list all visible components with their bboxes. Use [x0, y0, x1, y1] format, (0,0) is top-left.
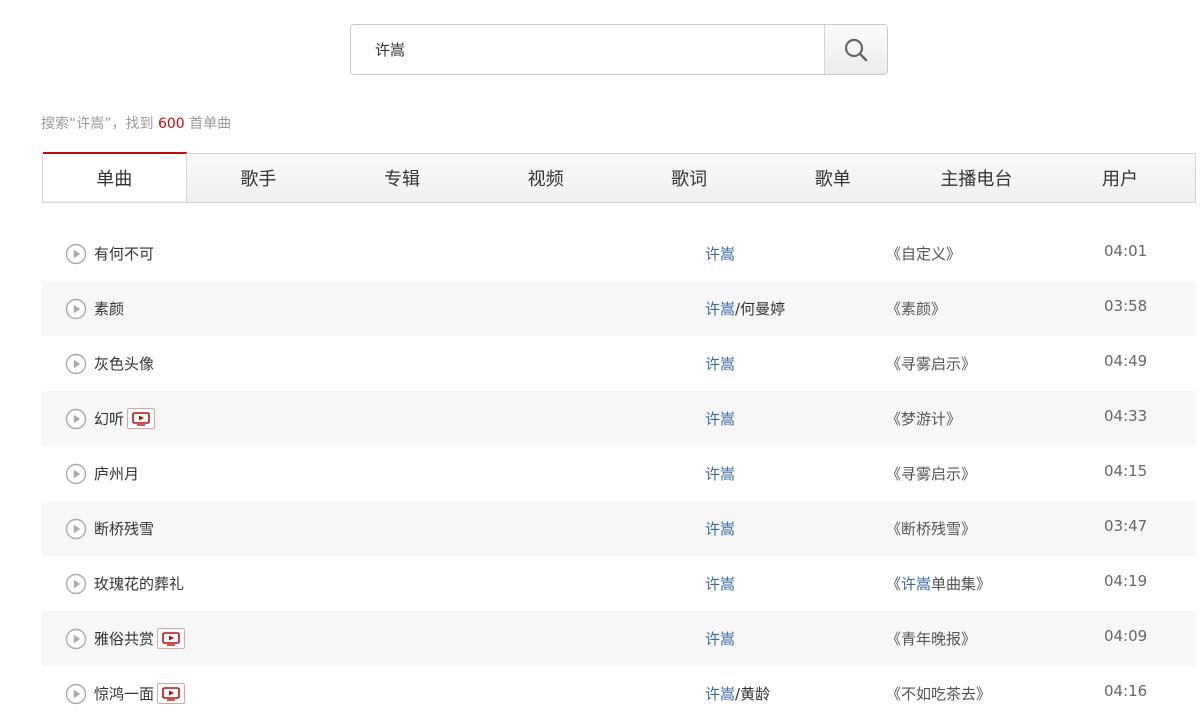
song-title[interactable]: 玫瑰花的葬礼 [94, 556, 184, 611]
song-title[interactable]: 惊鸿一面 [94, 683, 154, 704]
song-duration: 04:49 [1104, 352, 1148, 370]
artist-link[interactable]: 许嵩 [705, 298, 735, 319]
artist-link[interactable]: 许嵩 [705, 353, 735, 374]
song-artist: 许嵩 [705, 336, 735, 391]
song-row: 素颜 许嵩 / 何曼婷 《素颜》 03:58 [42, 281, 1196, 336]
artist-link[interactable]: 许嵩 [705, 408, 735, 429]
song-title-cell: 雅俗共赏 [94, 611, 186, 666]
song-album[interactable]: 《寻雾启示》 [886, 336, 976, 391]
song-title[interactable]: 有何不可 [94, 226, 154, 281]
song-row: 惊鸿一面 许嵩 / 黄龄 《不如吃茶去》 04:16 [42, 666, 1196, 717]
song-artist: 许嵩 / 黄龄 [705, 666, 770, 717]
tab-playlists[interactable]: 歌单 [761, 154, 905, 202]
song-title-cell: 幻听 [94, 391, 156, 446]
song-album[interactable]: 《断桥残雪》 [886, 501, 976, 556]
song-artist: 许嵩 [705, 556, 735, 611]
mv-button[interactable] [157, 628, 186, 649]
album-open-bracket: 《 [886, 575, 902, 593]
song-artist: 许嵩 / 何曼婷 [705, 281, 785, 336]
album-highlight: 许嵩 [901, 575, 932, 593]
play-circle-icon[interactable] [65, 518, 87, 540]
mv-button[interactable] [157, 683, 186, 704]
song-row: 灰色头像 许嵩 《寻雾启示》 04:49 [42, 336, 1196, 391]
summary-suffix: 首单曲 [184, 116, 232, 132]
search-button[interactable] [824, 25, 887, 74]
song-title[interactable]: 幻听 [94, 408, 124, 429]
play-circle-icon[interactable] [65, 353, 87, 375]
tab-radio[interactable]: 主播电台 [905, 154, 1049, 202]
song-title[interactable]: 素颜 [94, 281, 124, 336]
search-input[interactable] [351, 25, 824, 74]
search-summary: 搜索“许嵩”，找到 600 首单曲 [41, 113, 231, 133]
song-title[interactable]: 断桥残雪 [94, 501, 154, 556]
song-duration: 03:58 [1104, 297, 1148, 315]
song-artist: 许嵩 [705, 501, 735, 556]
artist-secondary[interactable]: 黄龄 [740, 683, 770, 704]
song-artist: 许嵩 [705, 446, 735, 501]
song-title[interactable]: 庐州月 [94, 446, 139, 501]
song-duration: 04:15 [1104, 462, 1148, 480]
song-title[interactable]: 雅俗共赏 [94, 628, 154, 649]
song-album[interactable]: 《许嵩 单曲集》 [886, 556, 991, 611]
artist-secondary[interactable]: 何曼婷 [740, 298, 785, 319]
artist-link[interactable]: 许嵩 [705, 683, 735, 704]
search-box [350, 24, 888, 75]
tab-albums[interactable]: 专辑 [330, 154, 474, 202]
play-circle-icon[interactable] [65, 628, 87, 650]
mv-button[interactable] [127, 408, 156, 429]
tab-artists[interactable]: 歌手 [187, 154, 331, 202]
song-artist: 许嵩 [705, 391, 735, 446]
song-duration: 03:47 [1104, 517, 1148, 535]
mv-video-icon [162, 686, 180, 701]
song-row: 有何不可 许嵩 《自定义》 04:01 [42, 226, 1196, 281]
play-circle-icon[interactable] [65, 683, 87, 705]
play-circle-icon[interactable] [65, 243, 87, 265]
mv-video-icon [162, 631, 180, 646]
tab-videos[interactable]: 视频 [474, 154, 618, 202]
song-album[interactable]: 《梦游计》 [886, 391, 961, 446]
result-type-tabs: 单曲 歌手 专辑 视频 歌词 歌单 主播电台 用户 [42, 152, 1196, 203]
tab-songs[interactable]: 单曲 [43, 152, 187, 201]
mv-video-icon [132, 411, 150, 426]
song-duration: 04:01 [1104, 242, 1148, 260]
song-row: 庐州月 许嵩 《寻雾启示》 04:15 [42, 446, 1196, 501]
album-rest: 单曲集》 [931, 575, 992, 593]
song-album[interactable]: 《素颜》 [886, 281, 946, 336]
artist-link[interactable]: 许嵩 [705, 243, 735, 264]
song-row: 幻听 许嵩 《梦游计》 04:33 [42, 391, 1196, 446]
song-list: 有何不可 许嵩 《自定义》 04:01 素颜 许嵩 / 何曼婷 《素颜》 03:58… [42, 226, 1196, 717]
search-icon [844, 38, 868, 61]
tab-users[interactable]: 用户 [1048, 154, 1192, 202]
tab-lyrics[interactable]: 歌词 [617, 154, 761, 202]
song-album[interactable]: 《青年晚报》 [886, 611, 976, 666]
song-duration: 04:16 [1104, 682, 1148, 700]
artist-link[interactable]: 许嵩 [705, 573, 735, 594]
song-title[interactable]: 灰色头像 [94, 336, 154, 391]
song-row: 断桥残雪 许嵩 《断桥残雪》 03:47 [42, 501, 1196, 556]
song-album[interactable]: 《不如吃茶去》 [886, 666, 991, 717]
song-duration: 04:09 [1104, 627, 1148, 645]
song-album[interactable]: 《自定义》 [886, 226, 961, 281]
summary-prefix: 搜索“许嵩”，找到 [41, 116, 158, 132]
result-count: 600 [157, 116, 185, 132]
song-duration: 04:19 [1104, 572, 1148, 590]
song-artist: 许嵩 [705, 611, 735, 666]
song-duration: 04:33 [1104, 407, 1148, 425]
song-row: 雅俗共赏 许嵩 《青年晚报》 04:09 [42, 611, 1196, 666]
song-album[interactable]: 《寻雾启示》 [886, 446, 976, 501]
artist-link[interactable]: 许嵩 [705, 518, 735, 539]
song-artist: 许嵩 [705, 226, 735, 281]
song-row: 玫瑰花的葬礼 许嵩 《许嵩 单曲集》 04:19 [42, 556, 1196, 611]
artist-link[interactable]: 许嵩 [705, 628, 735, 649]
play-circle-icon[interactable] [65, 298, 87, 320]
play-circle-icon[interactable] [65, 408, 87, 430]
play-circle-icon[interactable] [65, 463, 87, 485]
play-circle-icon[interactable] [65, 573, 87, 595]
song-title-cell: 惊鸿一面 [94, 666, 186, 717]
artist-link[interactable]: 许嵩 [705, 463, 735, 484]
